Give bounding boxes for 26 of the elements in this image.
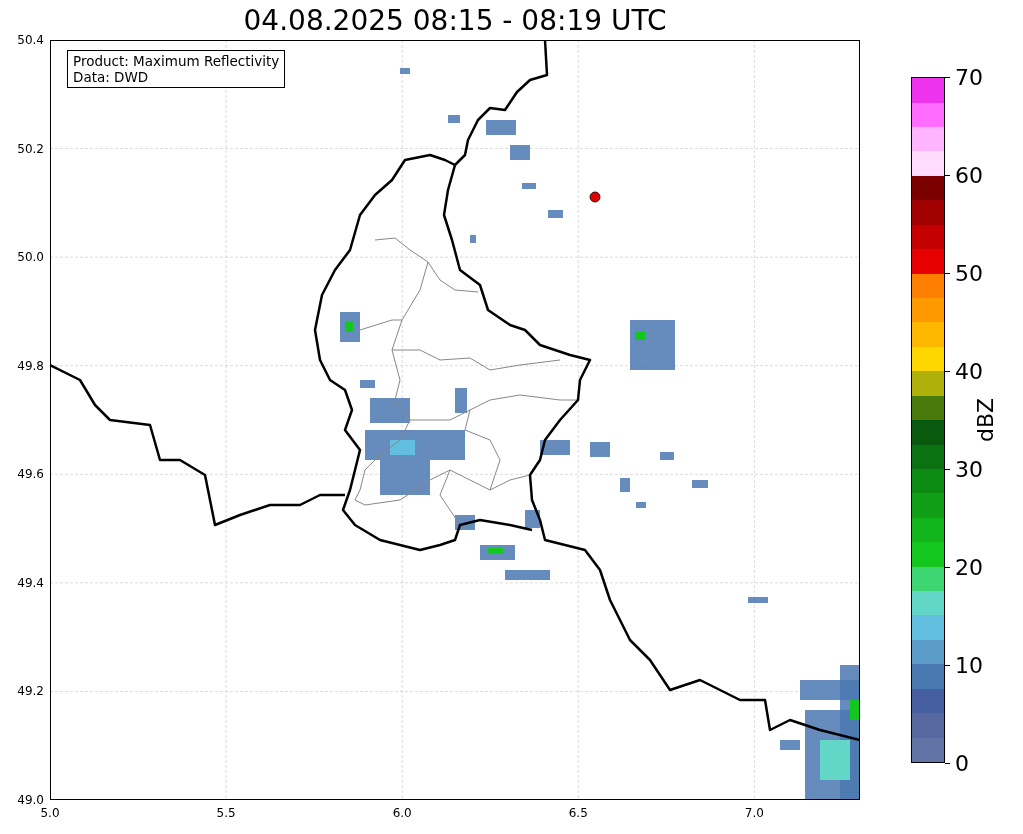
x-tick-label: 6.5 <box>568 806 588 820</box>
colorbar-tick-label: 50 <box>955 260 983 286</box>
colorbar-tick-label: 70 <box>955 64 983 90</box>
y-tick-label: 49.6 <box>17 467 44 482</box>
colorbar-tick-label: 10 <box>955 652 983 678</box>
colorbar-tick-label: 30 <box>955 456 983 482</box>
x-tick-label: 6.0 <box>392 806 412 820</box>
colorbar-tick-label: 20 <box>955 554 983 580</box>
y-tick-label: 49.4 <box>17 575 44 590</box>
x-tick-label: 5.5 <box>216 806 236 820</box>
x-tick-label: 7.0 <box>744 806 764 820</box>
y-tick-label: 50.0 <box>17 250 44 265</box>
x-tick-label: 5.0 <box>40 806 60 820</box>
legend-text: Data: DWD <box>73 69 150 86</box>
y-tick-label: 49.0 <box>17 793 44 807</box>
y-tick-label: 49.8 <box>17 358 44 373</box>
legend-text: Product: Maximum Reflectivity <box>73 53 280 70</box>
y-tick-label: 50.2 <box>17 141 44 156</box>
location-marker <box>589 191 601 203</box>
chart-title: 04.08.2025 08:15 - 08:19 UTC <box>242 3 668 37</box>
colorbar-tick-label: 0 <box>955 750 969 776</box>
y-tick-label: 50.4 <box>17 33 44 47</box>
colorbar-tick-label: 40 <box>955 358 983 384</box>
colorbar-label: dBZ <box>972 397 998 443</box>
colorbar-tick-label: 60 <box>955 162 983 188</box>
y-tick-label: 49.2 <box>17 684 44 699</box>
